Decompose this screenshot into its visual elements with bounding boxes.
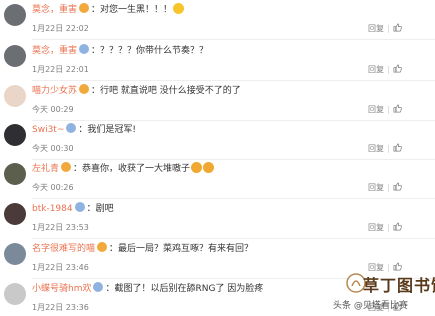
comment-actions: 回复 | xyxy=(368,143,402,154)
watermark-title: 草丁图书馆 xyxy=(363,276,435,295)
action-divider: | xyxy=(387,24,390,33)
row-divider xyxy=(32,159,435,160)
comment-username[interactable]: Swi3t~ xyxy=(32,125,64,135)
avatar[interactable] xyxy=(4,4,26,26)
reply-button[interactable]: 回复 xyxy=(368,105,384,114)
comment-body: 喵力少女苏 ：行吧 就直说吧 没什么接受不了的了 xyxy=(32,84,241,98)
comment-username[interactable]: 喵力少女苏 xyxy=(32,86,77,96)
user-badge-icon xyxy=(74,202,85,212)
user-badge-icon xyxy=(79,3,90,13)
row-divider xyxy=(32,120,435,121)
comment-text: ：剧吧 xyxy=(86,204,114,214)
action-divider: | xyxy=(387,144,390,153)
comment-time: 1月22日 23:53 xyxy=(32,223,89,232)
comment-text: ：我们是冠军! xyxy=(78,125,136,135)
comment-time: 1月22日 22:01 xyxy=(32,65,89,74)
comment-time: 1月22日 22:02 xyxy=(32,24,89,33)
comment-time: 今天 00:29 xyxy=(32,105,74,114)
comment-actions: 回复 | xyxy=(368,104,402,115)
row-divider xyxy=(32,80,435,81)
grin-emoji-icon xyxy=(203,162,215,173)
avatar[interactable] xyxy=(4,283,26,305)
reply-button[interactable]: 回复 xyxy=(368,263,384,272)
avatar[interactable] xyxy=(4,45,26,67)
like-thumb-icon[interactable] xyxy=(393,104,402,113)
row-divider xyxy=(32,238,435,239)
comment-text: ：最后一局？菜鸡互啄？有来有回？ xyxy=(109,244,254,254)
laugh-emoji-icon xyxy=(173,3,185,14)
comment-text: ：对您一生黑！！！ xyxy=(91,5,173,15)
comment-body: Swi3t~ ：我们是冠军! xyxy=(32,123,136,137)
comment-actions: 回复 | xyxy=(368,23,402,34)
comment-text: ：恭喜你，收获了一大堆嗷子 xyxy=(73,164,191,174)
comment-actions: 回复 | xyxy=(368,222,402,233)
watermark: 草丁图书馆 头条 @见塔看比赛 xyxy=(333,272,435,316)
grin-emoji-icon xyxy=(191,162,203,173)
user-badge-icon xyxy=(79,44,90,54)
user-badge-icon xyxy=(66,123,77,133)
comment-username[interactable]: 莫念，重害 xyxy=(32,5,77,15)
like-thumb-icon[interactable] xyxy=(393,143,402,152)
like-thumb-icon[interactable] xyxy=(393,64,402,73)
action-divider: | xyxy=(387,105,390,114)
comment-text: ：截图了！以后别在舔RNG了 因为脸疼 xyxy=(105,284,264,294)
comment-actions: 回复 | xyxy=(368,182,402,193)
user-badge-icon xyxy=(61,162,72,172)
comment-time: 今天 00:26 xyxy=(32,183,74,192)
user-badge-icon xyxy=(93,282,104,292)
comment-body: 莫念，重害 ：对您一生黑！！！ xyxy=(32,3,185,17)
comment-username[interactable]: 小蝶号骑hm欢 xyxy=(32,284,91,294)
watermark-subtitle: 头条 @见塔看比赛 xyxy=(333,301,408,311)
row-divider xyxy=(32,39,435,40)
comment-text: ：？？？？你带什么节奏？？ xyxy=(91,46,209,56)
comment-body: 小蝶号骑hm欢 ：截图了！以后别在舔RNG了 因为脸疼 xyxy=(32,282,263,296)
comment-username[interactable]: btk-1984 xyxy=(32,204,73,214)
like-thumb-icon[interactable] xyxy=(393,222,402,231)
comment-username[interactable]: 左礼青 xyxy=(32,164,59,174)
comment-time: 1月22日 23:36 xyxy=(32,303,89,312)
like-thumb-icon[interactable] xyxy=(393,23,402,32)
avatar[interactable] xyxy=(4,163,26,185)
row-divider xyxy=(32,198,435,199)
avatar[interactable] xyxy=(4,124,26,146)
like-thumb-icon[interactable] xyxy=(393,262,402,271)
comment-body: btk-1984 ：剧吧 xyxy=(32,202,114,216)
comment-username[interactable]: 名字很难写的喵 xyxy=(32,244,95,254)
like-thumb-icon[interactable] xyxy=(393,182,402,191)
action-divider: | xyxy=(387,263,390,272)
comment-time: 1月22日 23:46 xyxy=(32,263,89,272)
comment-body: 左礼青 ：恭喜你，收获了一大堆嗷子 xyxy=(32,162,215,176)
user-badge-icon xyxy=(79,84,90,94)
comment-actions: 回复 | xyxy=(368,64,402,75)
user-badge-icon xyxy=(97,242,108,252)
comment-time: 今天 00:30 xyxy=(32,144,74,153)
reply-button[interactable]: 回复 xyxy=(368,223,384,232)
avatar[interactable] xyxy=(4,203,26,225)
action-divider: | xyxy=(387,223,390,232)
action-divider: | xyxy=(387,65,390,74)
reply-button[interactable]: 回复 xyxy=(368,183,384,192)
avatar[interactable] xyxy=(4,243,26,265)
comment-body: 莫念，重害 ：？？？？你带什么节奏？？ xyxy=(32,44,208,58)
comment-body: 名字很难写的喵 ：最后一局？菜鸡互啄？有来有回？ xyxy=(32,242,253,256)
reply-button[interactable]: 回复 xyxy=(368,144,384,153)
avatar[interactable] xyxy=(4,85,26,107)
comment-username[interactable]: 莫念，重害 xyxy=(32,46,77,56)
reply-button[interactable]: 回复 xyxy=(368,24,384,33)
action-divider: | xyxy=(387,183,390,192)
comment-text: ：行吧 就直说吧 没什么接受不了的了 xyxy=(91,86,241,96)
reply-button[interactable]: 回复 xyxy=(368,65,384,74)
